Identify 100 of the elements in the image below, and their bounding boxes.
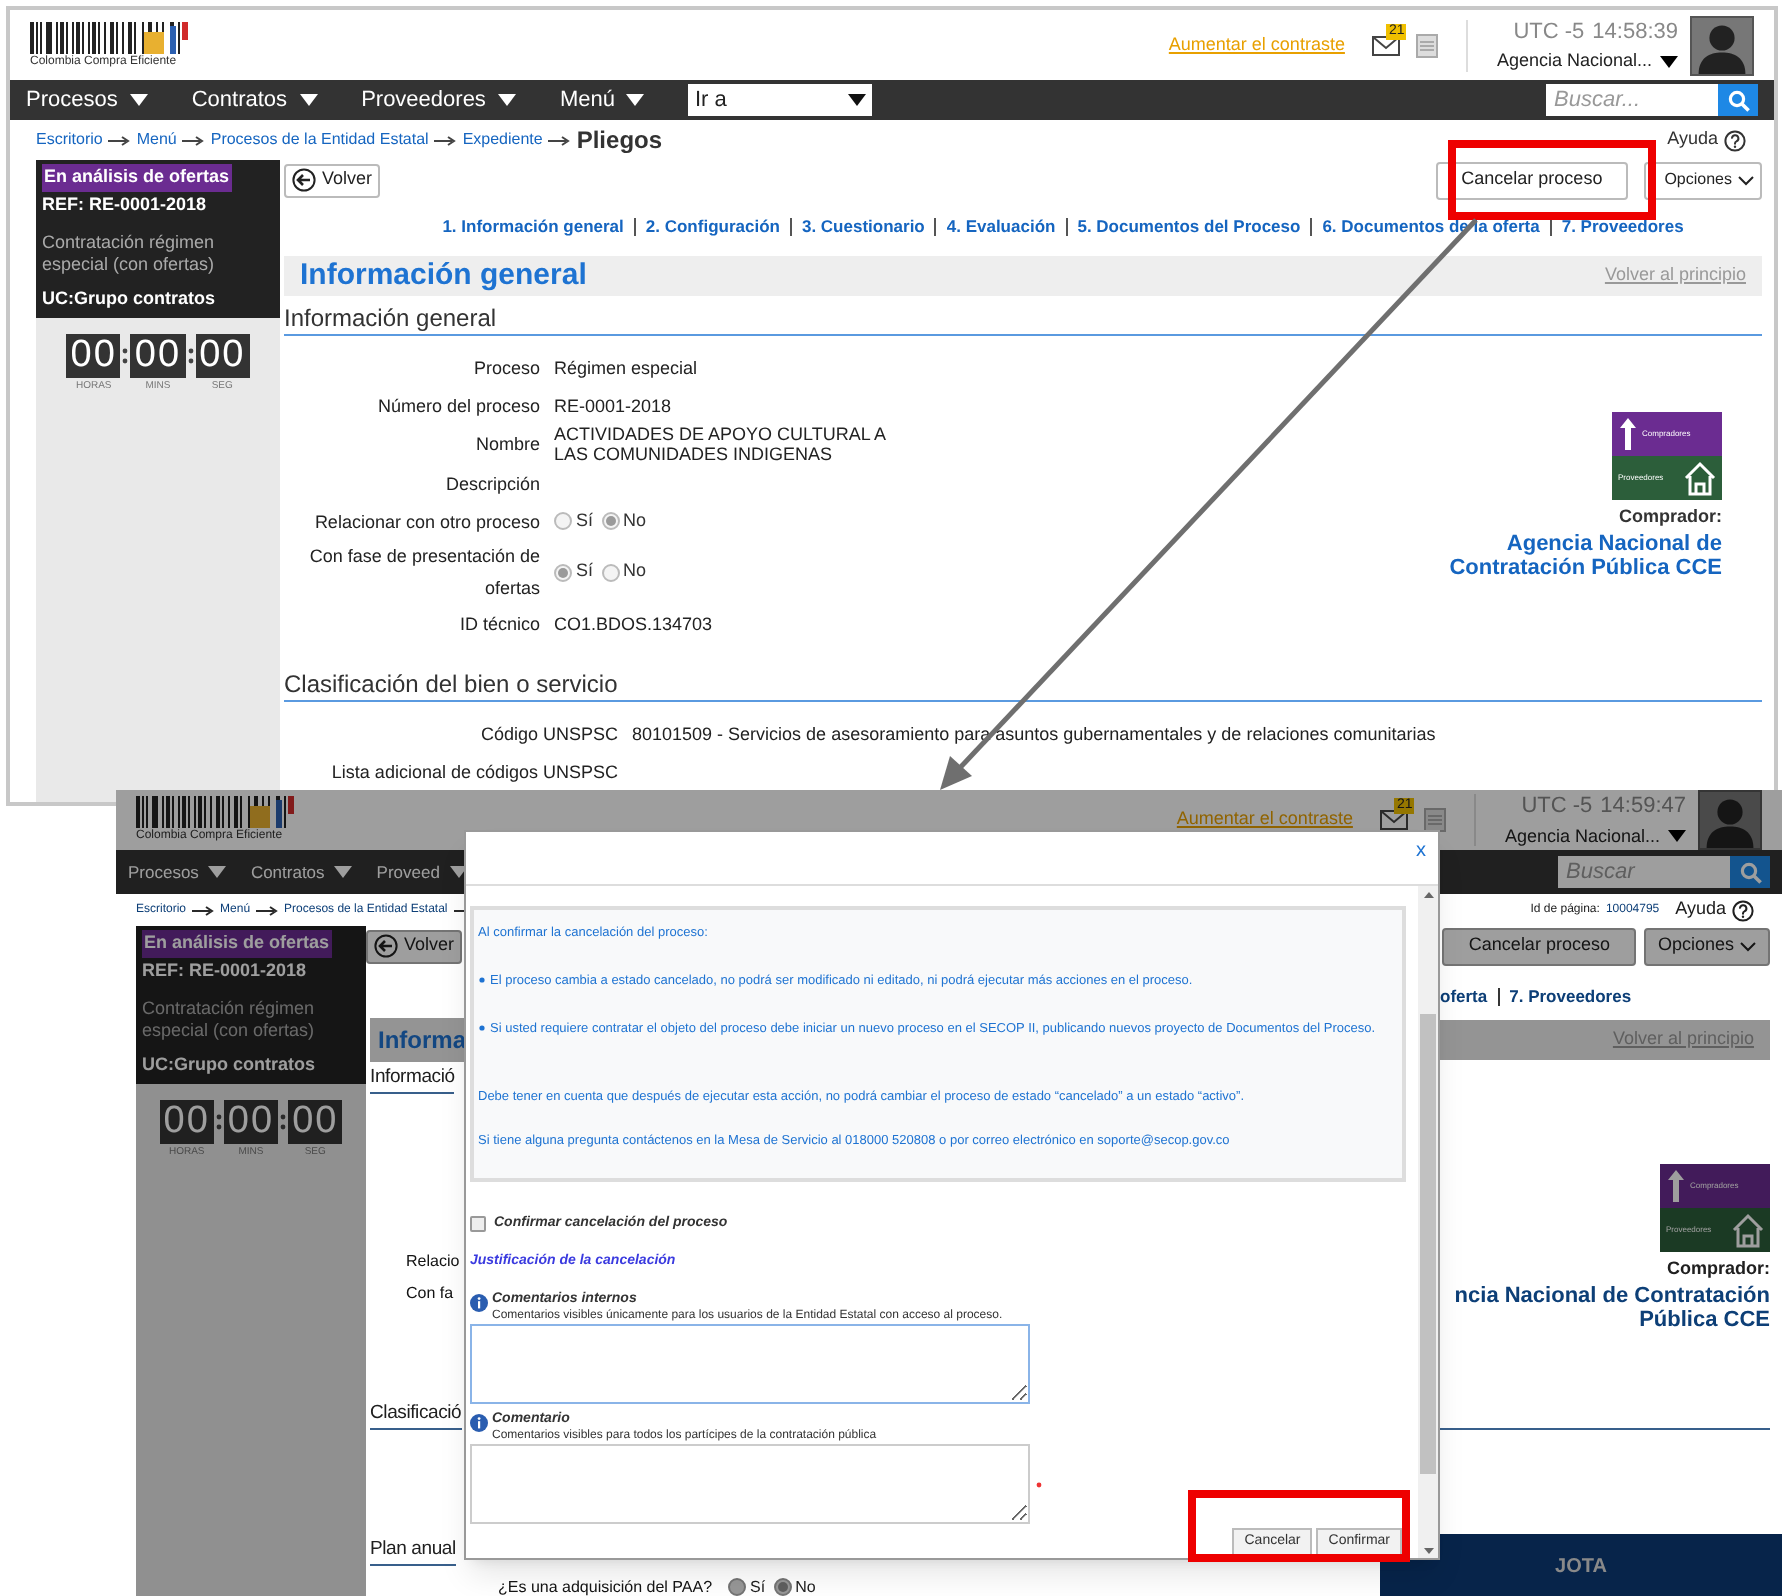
timer-digits: 00 (288, 1099, 343, 1143)
page-heading: Pliegos (576, 124, 663, 158)
breadcrumb-link[interactable]: Escritorio (36, 128, 103, 152)
reference-text: REF: RE-0001-2018 (42, 191, 209, 217)
timer-digits: 00 (66, 333, 121, 377)
bullet-icon (478, 976, 486, 985)
option-label: No (623, 558, 647, 585)
nav-menu[interactable]: Menú (559, 83, 645, 117)
nav-menu[interactable]: Procesos (26, 83, 148, 117)
arrow-icon (548, 135, 571, 145)
step-link[interactable]: 7. Proveedores (1561, 213, 1684, 239)
cancel-process-button[interactable]: Cancelar proceso (1442, 927, 1636, 965)
step-link[interactable]: 2. Configuración (645, 213, 780, 239)
radio-button[interactable] (773, 1578, 792, 1596)
radio-button[interactable] (601, 563, 620, 581)
subsection-heading: Información general (284, 304, 1762, 336)
step-link[interactable]: 3. Cuestionario (801, 213, 925, 239)
help-icon (1724, 129, 1746, 151)
caret-icon (848, 94, 867, 106)
field-label: Relacio (406, 1252, 460, 1272)
step-link[interactable]: 1. Información general (442, 213, 624, 239)
nav-menu[interactable]: Contratos (191, 83, 318, 117)
field-label: Con fase de presentación de ofertas (307, 544, 540, 602)
avatar[interactable] (1690, 15, 1754, 75)
avatar[interactable] (1698, 790, 1762, 850)
mail-icon (1372, 35, 1401, 55)
caret-icon (334, 866, 353, 878)
step-link[interactable]: 5. Documentos del Proceso (1077, 213, 1301, 239)
field-label: Con fa (406, 1284, 454, 1304)
nav-menu[interactable]: Contratos (250, 859, 353, 885)
caret-icon (497, 94, 516, 106)
field-label: Código UNSPSC (478, 721, 618, 748)
chevron-icon (1740, 941, 1756, 951)
reference-text: REF: RE-0001-2018 (142, 957, 309, 983)
breadcrumb-link[interactable]: Menú (136, 128, 177, 152)
buyer-name: Agencia Nacional de Contratación Pública CCE (1447, 531, 1722, 579)
step-link[interactable]: 7. Proveedores (1509, 986, 1632, 1008)
field-value: RE-0001-2018 (554, 395, 672, 415)
breadcrumb-link[interactable]: Procesos de la Entidad Estatal (210, 128, 429, 152)
field-value: ACTIVIDADES DE APOYO CULTURAL A LAS COMUNIDADES INDIGENAS (554, 424, 888, 464)
comment-field[interactable] (470, 1324, 1030, 1404)
search-button[interactable] (1718, 84, 1758, 116)
help-icon (1732, 899, 1754, 921)
options-button[interactable]: Opciones (1643, 927, 1770, 965)
close-button[interactable]: x (1416, 836, 1426, 866)
step-separator (1065, 217, 1068, 235)
agency-dropdown[interactable]: Agencia Nacional... (1496, 48, 1652, 75)
step-separator (1549, 217, 1552, 235)
search-button[interactable] (1730, 856, 1770, 888)
nav-menu[interactable]: Proveedores (361, 83, 516, 117)
breadcrumb-link[interactable]: Expediente (462, 128, 543, 152)
options-button[interactable]: Opciones (1644, 161, 1762, 199)
caret-icon (626, 94, 645, 106)
help-link[interactable]: Ayuda (1667, 126, 1746, 154)
step-separator (789, 217, 792, 235)
comment-field[interactable] (470, 1444, 1030, 1524)
caret-icon (129, 94, 148, 106)
option-label: No (795, 1578, 816, 1596)
radio-button[interactable] (554, 563, 572, 581)
checkbox[interactable] (470, 1216, 486, 1233)
info-icon (470, 1294, 488, 1312)
field-label: Lista adicional de códigos UNSPSC (329, 759, 618, 786)
step-link[interactable]: 4. Evaluación (946, 213, 1056, 239)
document-icon (1416, 33, 1439, 57)
back-button[interactable]: Volver (284, 163, 381, 197)
unit-text: UC:Grupo contratos (142, 1052, 317, 1078)
unit-text: UC:Grupo contratos (42, 286, 217, 312)
search-field[interactable]: Buscar... (1546, 84, 1718, 116)
option-label: No (623, 507, 647, 534)
nav-menu[interactable]: Proveed (376, 859, 468, 885)
nav-menu[interactable]: Procesos (128, 859, 227, 885)
scrollbar[interactable] (1418, 886, 1438, 1558)
search-field[interactable]: Buscar (1558, 856, 1730, 888)
subsection-heading: Clasificación del bien o servicio (284, 670, 1762, 702)
help-link[interactable]: Ayuda (1675, 896, 1754, 924)
cancel-process-button[interactable]: Cancelar proceso (1435, 161, 1629, 199)
search-icon (1727, 89, 1749, 111)
chevron-icon (1738, 175, 1754, 185)
up-arrow-icon (1666, 1168, 1686, 1204)
section-title: Información general (300, 255, 587, 296)
goto-dropdown[interactable]: Ir a (688, 84, 873, 116)
option-label: Sí (750, 1578, 766, 1596)
timer-separator (215, 1111, 222, 1131)
process-type: Contratación régimen especial (con ofertas) (142, 998, 317, 1042)
back-arrow-icon (292, 168, 316, 192)
arrow-icon (434, 135, 457, 145)
subsection-heading: Clasificació (370, 1400, 462, 1430)
timer-digits: 00 (130, 333, 186, 377)
step-separator (1497, 988, 1500, 1006)
step-separator (1310, 217, 1313, 235)
agency-dropdown[interactable]: Agencia Nacional... (1504, 823, 1660, 850)
radio-button[interactable] (601, 512, 620, 530)
barcode-icon (136, 796, 296, 828)
step-link[interactable]: oferta (1440, 986, 1488, 1008)
radio-button[interactable] (554, 512, 572, 530)
radio-button[interactable] (728, 1578, 747, 1596)
info-icon (470, 1414, 488, 1432)
buyer-name: ncia Nacional de Contratación Pública CCE (1452, 1283, 1770, 1331)
back-button[interactable]: Volver (366, 929, 463, 963)
up-arrow-icon (1618, 416, 1638, 452)
